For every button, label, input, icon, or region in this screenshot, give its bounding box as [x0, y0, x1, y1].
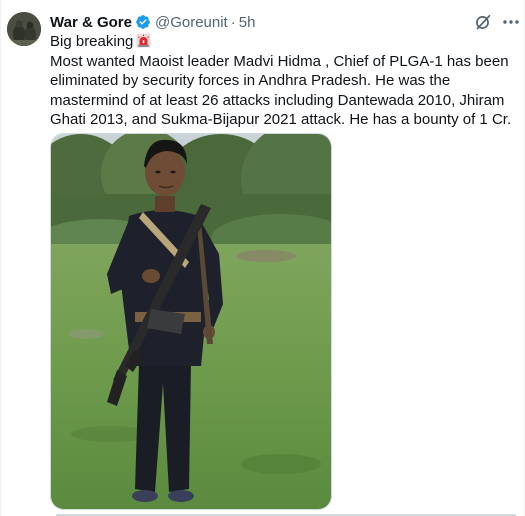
- verified-badge-icon: [135, 14, 151, 30]
- avatar[interactable]: [7, 12, 41, 46]
- tweet-headline: Big breaking: [50, 32, 520, 52]
- tweet-headline-text: Big breaking: [50, 33, 134, 50]
- grok-icon[interactable]: [473, 12, 493, 32]
- more-dots-icon[interactable]: [501, 12, 521, 32]
- author-name[interactable]: War & Gore: [50, 14, 132, 31]
- tweet-text: Big breaking Most wanted Maoist leader M…: [50, 32, 520, 130]
- tweet-body: Most wanted Maoist leader Madvi Hidma , …: [50, 52, 512, 129]
- tweet-card[interactable]: War & Gore @Goreunit · 5h Big breaking M…: [0, 0, 525, 516]
- tweet-time[interactable]: 5h: [239, 14, 256, 31]
- rotating-light-icon: [136, 33, 151, 48]
- tweet-header: War & Gore @Goreunit · 5h: [50, 12, 255, 32]
- tweet-photo[interactable]: [50, 133, 332, 510]
- header-separator: ·: [230, 13, 236, 31]
- author-handle[interactable]: @Goreunit: [155, 14, 228, 31]
